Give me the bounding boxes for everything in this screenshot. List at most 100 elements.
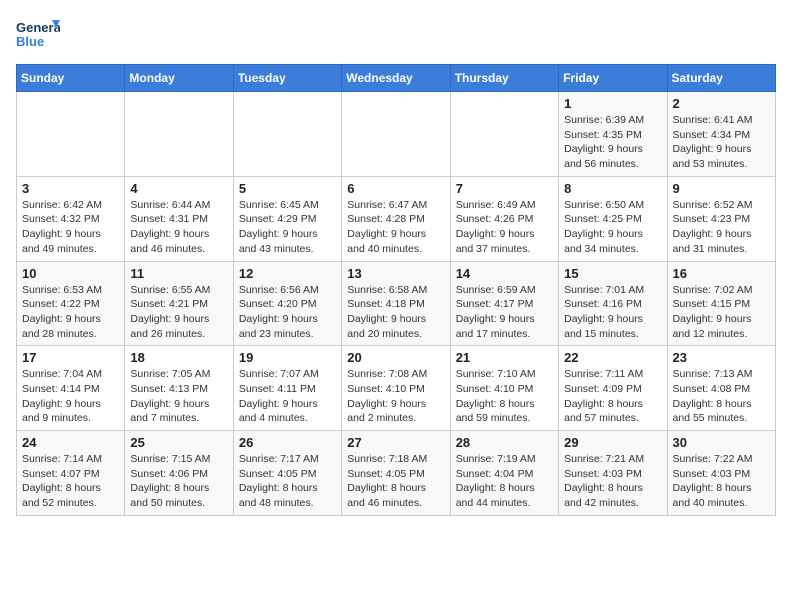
day-number: 23 — [673, 350, 770, 365]
day-info: Sunrise: 6:41 AMSunset: 4:34 PMDaylight:… — [673, 113, 770, 172]
calendar-cell: 7 Sunrise: 6:49 AMSunset: 4:26 PMDaylight… — [450, 176, 558, 261]
day-info: Sunrise: 6:53 AMSunset: 4:22 PMDaylight:… — [22, 283, 119, 342]
day-number: 9 — [673, 181, 770, 196]
calendar-cell — [233, 92, 341, 177]
calendar-cell: 13Sunrise: 6:58 AMSunset: 4:18 PMDayligh… — [342, 261, 450, 346]
calendar-cell: 18 Sunrise: 7:05 AMSunset: 4:13 PMDayligh… — [125, 346, 233, 431]
calendar-cell: 10Sunrise: 6:53 AMSunset: 4:22 PMDayligh… — [17, 261, 125, 346]
day-number: 29 — [564, 435, 661, 450]
day-number: 15 — [564, 266, 661, 281]
day-info: Sunrise: 7:21 AMSunset: 4:03 PMDaylight:… — [564, 452, 661, 511]
day-number: 7 — [456, 181, 553, 196]
calendar-cell — [342, 92, 450, 177]
day-info: Sunrise: 6:42 AMSunset: 4:32 PMDaylight:… — [22, 198, 119, 257]
day-number: 1 — [564, 96, 661, 111]
day-info: Sunrise: 7:08 AMSunset: 4:10 PMDaylight:… — [347, 367, 444, 426]
day-info: Sunrise: 6:50 AMSunset: 4:25 PMDaylight:… — [564, 198, 661, 257]
day-number: 20 — [347, 350, 444, 365]
weekday-header-friday: Friday — [559, 65, 667, 92]
weekday-header-saturday: Saturday — [667, 65, 775, 92]
day-info: Sunrise: 7:13 AMSunset: 4:08 PMDaylight:… — [673, 367, 770, 426]
day-number: 8 — [564, 181, 661, 196]
calendar-cell: 23 Sunrise: 7:13 AMSunset: 4:08 PMDayligh… — [667, 346, 775, 431]
calendar-cell: 8 Sunrise: 6:50 AMSunset: 4:25 PMDaylight… — [559, 176, 667, 261]
day-info: Sunrise: 6:44 AMSunset: 4:31 PMDaylight:… — [130, 198, 227, 257]
calendar-week-1: 1 Sunrise: 6:39 AMSunset: 4:35 PMDaylight… — [17, 92, 776, 177]
day-info: Sunrise: 7:02 AMSunset: 4:15 PMDaylight:… — [673, 283, 770, 342]
calendar-cell: 14 Sunrise: 6:59 AMSunset: 4:17 PMDayligh… — [450, 261, 558, 346]
calendar-cell: 6 Sunrise: 6:47 AMSunset: 4:28 PMDaylight… — [342, 176, 450, 261]
calendar-cell: 15 Sunrise: 7:01 AMSunset: 4:16 PMDayligh… — [559, 261, 667, 346]
day-info: Sunrise: 7:22 AMSunset: 4:03 PMDaylight:… — [673, 452, 770, 511]
day-number: 22 — [564, 350, 661, 365]
svg-text:Blue: Blue — [16, 34, 44, 49]
weekday-header-sunday: Sunday — [17, 65, 125, 92]
day-number: 24 — [22, 435, 119, 450]
weekday-header-wednesday: Wednesday — [342, 65, 450, 92]
calendar-week-4: 17 Sunrise: 7:04 AMSunset: 4:14 PMDayligh… — [17, 346, 776, 431]
day-number: 18 — [130, 350, 227, 365]
calendar-cell: 24 Sunrise: 7:14 AMSunset: 4:07 PMDayligh… — [17, 431, 125, 516]
day-info: Sunrise: 7:11 AMSunset: 4:09 PMDaylight:… — [564, 367, 661, 426]
day-info: Sunrise: 6:45 AMSunset: 4:29 PMDaylight:… — [239, 198, 336, 257]
calendar-cell: 21 Sunrise: 7:10 AMSunset: 4:10 PMDayligh… — [450, 346, 558, 431]
day-number: 13 — [347, 266, 444, 281]
day-info: Sunrise: 7:18 AMSunset: 4:05 PMDaylight:… — [347, 452, 444, 511]
weekday-header-thursday: Thursday — [450, 65, 558, 92]
calendar-cell: 12 Sunrise: 6:56 AMSunset: 4:20 PMDayligh… — [233, 261, 341, 346]
day-number: 4 — [130, 181, 227, 196]
calendar-cell: 19Sunrise: 7:07 AMSunset: 4:11 PMDayligh… — [233, 346, 341, 431]
calendar-cell: 11Sunrise: 6:55 AMSunset: 4:21 PMDayligh… — [125, 261, 233, 346]
page-header: General Blue — [16, 16, 776, 52]
day-info: Sunrise: 6:39 AMSunset: 4:35 PMDaylight:… — [564, 113, 661, 172]
day-info: Sunrise: 7:01 AMSunset: 4:16 PMDaylight:… — [564, 283, 661, 342]
day-number: 30 — [673, 435, 770, 450]
weekday-header-tuesday: Tuesday — [233, 65, 341, 92]
day-number: 27 — [347, 435, 444, 450]
day-number: 16 — [673, 266, 770, 281]
day-info: Sunrise: 7:05 AMSunset: 4:13 PMDaylight:… — [130, 367, 227, 426]
day-info: Sunrise: 7:14 AMSunset: 4:07 PMDaylight:… — [22, 452, 119, 511]
calendar-cell: 3Sunrise: 6:42 AMSunset: 4:32 PMDaylight… — [17, 176, 125, 261]
day-info: Sunrise: 6:49 AMSunset: 4:26 PMDaylight:… — [456, 198, 553, 257]
calendar-cell: 25Sunrise: 7:15 AMSunset: 4:06 PMDayligh… — [125, 431, 233, 516]
calendar-cell: 2 Sunrise: 6:41 AMSunset: 4:34 PMDaylight… — [667, 92, 775, 177]
calendar-week-2: 3Sunrise: 6:42 AMSunset: 4:32 PMDaylight… — [17, 176, 776, 261]
day-info: Sunrise: 6:56 AMSunset: 4:20 PMDaylight:… — [239, 283, 336, 342]
calendar-cell: 28 Sunrise: 7:19 AMSunset: 4:04 PMDayligh… — [450, 431, 558, 516]
day-info: Sunrise: 6:59 AMSunset: 4:17 PMDaylight:… — [456, 283, 553, 342]
day-number: 26 — [239, 435, 336, 450]
day-info: Sunrise: 6:52 AMSunset: 4:23 PMDaylight:… — [673, 198, 770, 257]
day-number: 6 — [347, 181, 444, 196]
day-info: Sunrise: 7:17 AMSunset: 4:05 PMDaylight:… — [239, 452, 336, 511]
calendar-table: SundayMondayTuesdayWednesdayThursdayFrid… — [16, 64, 776, 516]
calendar-cell: 30 Sunrise: 7:22 AMSunset: 4:03 PMDayligh… — [667, 431, 775, 516]
day-info: Sunrise: 7:07 AMSunset: 4:11 PMDaylight:… — [239, 367, 336, 426]
day-number: 21 — [456, 350, 553, 365]
calendar-week-5: 24 Sunrise: 7:14 AMSunset: 4:07 PMDayligh… — [17, 431, 776, 516]
calendar-cell — [17, 92, 125, 177]
day-number: 5 — [239, 181, 336, 196]
calendar-cell: 22 Sunrise: 7:11 AMSunset: 4:09 PMDayligh… — [559, 346, 667, 431]
calendar-cell: 9 Sunrise: 6:52 AMSunset: 4:23 PMDaylight… — [667, 176, 775, 261]
calendar-cell: 27 Sunrise: 7:18 AMSunset: 4:05 PMDayligh… — [342, 431, 450, 516]
day-number: 17 — [22, 350, 119, 365]
day-info: Sunrise: 7:15 AMSunset: 4:06 PMDaylight:… — [130, 452, 227, 511]
weekday-header-monday: Monday — [125, 65, 233, 92]
calendar-cell — [125, 92, 233, 177]
day-info: Sunrise: 6:47 AMSunset: 4:28 PMDaylight:… — [347, 198, 444, 257]
day-number: 2 — [673, 96, 770, 111]
calendar-cell: 1 Sunrise: 6:39 AMSunset: 4:35 PMDaylight… — [559, 92, 667, 177]
calendar-cell: 29 Sunrise: 7:21 AMSunset: 4:03 PMDayligh… — [559, 431, 667, 516]
day-number: 14 — [456, 266, 553, 281]
logo: General Blue — [16, 16, 60, 52]
calendar-body: 1 Sunrise: 6:39 AMSunset: 4:35 PMDaylight… — [17, 92, 776, 516]
calendar-cell — [450, 92, 558, 177]
day-number: 28 — [456, 435, 553, 450]
day-info: Sunrise: 7:10 AMSunset: 4:10 PMDaylight:… — [456, 367, 553, 426]
day-number: 11 — [130, 266, 227, 281]
day-number: 12 — [239, 266, 336, 281]
calendar-cell: 5 Sunrise: 6:45 AMSunset: 4:29 PMDaylight… — [233, 176, 341, 261]
day-info: Sunrise: 7:04 AMSunset: 4:14 PMDaylight:… — [22, 367, 119, 426]
day-info: Sunrise: 7:19 AMSunset: 4:04 PMDaylight:… — [456, 452, 553, 511]
